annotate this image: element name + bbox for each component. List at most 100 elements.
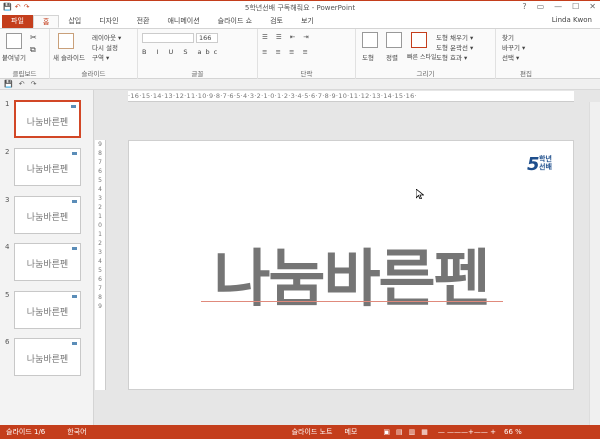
notes-button[interactable]: 슬라이드 노트: [292, 427, 333, 437]
zoom-level[interactable]: 66 %: [504, 428, 522, 436]
brand-logo: 5 학년 선배: [527, 154, 557, 176]
drawing-label: 그리기: [416, 70, 435, 78]
maximize-button[interactable]: ☐: [572, 2, 579, 11]
zoom-slider[interactable]: — ———+—— +: [438, 428, 496, 436]
thumb-number: 2: [5, 148, 10, 156]
ruler-tick: 8: [98, 294, 102, 301]
group-clipboard: 붙여넣기 ✂ ⧉ 클립보드: [0, 29, 50, 79]
view-buttons[interactable]: ▣▤▥▦: [383, 428, 433, 436]
shapes-icon[interactable]: [362, 32, 378, 48]
shapes-button[interactable]: 도형: [362, 52, 374, 62]
logo-icon: [71, 105, 76, 108]
align-buttons[interactable]: ≡ ≡ ≡ ≡: [262, 48, 311, 56]
tab-design[interactable]: 디자인: [90, 15, 127, 28]
slide-main-text[interactable]: 나눔바른펜: [129, 228, 573, 318]
ruler-tick: 2: [98, 204, 102, 211]
slide-thumbnail-3[interactable]: 나눔바른펜: [14, 196, 81, 234]
section-button[interactable]: 구역 ▾: [92, 52, 109, 62]
ruler-tick: 7: [98, 285, 102, 292]
ruler-tick: 5: [98, 267, 102, 274]
shape-effects-button[interactable]: 도형 효과 ▾: [436, 52, 467, 62]
horizontal-ruler: ·16·15·14·13·12·11·10·9·8·7·6·5·4·3·2·1·…: [128, 91, 574, 102]
group-slides: 새 슬라이드 레이아웃 ▾ 다시 설정 구역 ▾ 슬라이드: [50, 29, 138, 79]
tab-animations[interactable]: 애니메이션: [158, 15, 208, 28]
font-size-input[interactable]: 166: [196, 33, 218, 43]
new-slide-button[interactable]: 새 슬라이드: [53, 52, 85, 62]
shape-fill-button[interactable]: 도형 채우기 ▾: [436, 32, 473, 42]
language-indicator[interactable]: 한국어: [67, 427, 86, 437]
group-paragraph: ☰ ☰ ⇤ ⇥ ≡ ≡ ≡ ≡ 단락: [258, 29, 356, 79]
thumb-text: 나눔바른펜: [26, 308, 69, 318]
status-bar: 슬라이드 1/6 한국어 슬라이드 노트 메모 ▣▤▥▦ — ———+—— + …: [0, 425, 600, 439]
font-name-input[interactable]: [142, 33, 194, 43]
select-button[interactable]: 선택 ▾: [502, 52, 519, 62]
thumb-number: 4: [5, 243, 10, 251]
thumb-text: 나눔바른펜: [26, 118, 69, 128]
logo-icon: [72, 295, 77, 298]
tab-insert[interactable]: 삽입: [59, 15, 90, 28]
comments-button[interactable]: 메모: [344, 427, 357, 437]
shape-outline-button[interactable]: 도형 윤곽선 ▾: [436, 42, 473, 52]
paste-icon[interactable]: [6, 33, 22, 49]
slides-label: 슬라이드: [81, 70, 106, 78]
ruler-tick: 6: [98, 168, 102, 175]
tab-review[interactable]: 검토: [261, 15, 292, 28]
ribbon-tabs: 파일 홈 삽입 디자인 전환 애니메이션 슬라이드 쇼 검토 보기: [0, 14, 600, 28]
ribbon: 붙여넣기 ✂ ⧉ 클립보드 새 슬라이드 레이아웃 ▾ 다시 설정 구역 ▾ 슬…: [0, 28, 600, 79]
close-button[interactable]: ✕: [589, 2, 596, 11]
save-icon[interactable]: 💾: [4, 80, 13, 88]
layout-button[interactable]: 레이아웃 ▾: [92, 32, 121, 42]
tab-home[interactable]: 홈: [32, 15, 60, 28]
ruler-tick: 3: [98, 195, 102, 202]
ruler-tick: 4: [98, 186, 102, 193]
slide-thumbnail-pane: 1 나눔바른펜 2 나눔바른펜 3 나눔바른펜 4 나눔바른펜 5 나눔바른펜 …: [0, 90, 94, 425]
paste-button[interactable]: 붙여넣기: [2, 52, 26, 62]
undo-icon[interactable]: ↶: [19, 80, 25, 88]
logo-icon: [72, 200, 77, 203]
ruler-tick: 6: [98, 276, 102, 283]
secondary-toolbar: 💾 ↶ ↷: [0, 79, 600, 90]
slide-thumbnail-2[interactable]: 나눔바른펜: [14, 148, 81, 186]
cut-icon[interactable]: ✂: [30, 33, 37, 42]
thumb-text: 나눔바른펜: [26, 165, 69, 175]
slide-thumbnail-4[interactable]: 나눔바른펜: [14, 243, 81, 281]
find-button[interactable]: 찾기: [502, 32, 514, 42]
tab-slideshow[interactable]: 슬라이드 쇼: [209, 15, 261, 28]
slide-thumbnail-1[interactable]: 나눔바른펜: [14, 100, 81, 138]
logo-text-2: 선배: [539, 163, 552, 171]
thumb-text: 나눔바른펜: [26, 260, 69, 270]
redo-icon[interactable]: ↷: [31, 80, 37, 88]
font-format-buttons[interactable]: B I U S abc: [142, 48, 221, 56]
arrange-button[interactable]: 정렬: [386, 52, 398, 62]
ruler-tick: 0: [98, 222, 102, 229]
tab-file[interactable]: 파일: [2, 15, 33, 28]
ruler-tick: 5: [98, 177, 102, 184]
thumb-number: 3: [5, 196, 10, 204]
vertical-scrollbar[interactable]: [589, 102, 600, 425]
new-slide-icon[interactable]: [58, 33, 74, 49]
thumb-text: 나눔바른펜: [26, 355, 69, 365]
ribbon-display-button[interactable]: ▭: [537, 2, 545, 11]
quick-styles-button[interactable]: 빠른 스타일: [407, 52, 437, 61]
minimize-button[interactable]: —: [554, 2, 562, 11]
quick-styles-icon[interactable]: [411, 32, 427, 48]
thumb-number: 6: [5, 338, 10, 346]
replace-button[interactable]: 바꾸기 ▾: [502, 42, 525, 52]
user-name[interactable]: Linda Kwon: [552, 16, 592, 24]
slide-thumbnail-6[interactable]: 나눔바른펜: [14, 338, 81, 376]
font-label: 글꼴: [191, 70, 204, 78]
ruler-tick: 1: [98, 213, 102, 220]
tab-transitions[interactable]: 전환: [128, 15, 159, 28]
slide-thumbnail-5[interactable]: 나눔바른펜: [14, 291, 81, 329]
ruler-tick: 2: [98, 240, 102, 247]
list-buttons[interactable]: ☰ ☰ ⇤ ⇥: [262, 33, 312, 41]
tab-view[interactable]: 보기: [292, 15, 323, 28]
help-button[interactable]: ?: [522, 2, 526, 11]
arrange-icon[interactable]: [386, 32, 402, 48]
reset-button[interactable]: 다시 설정: [92, 42, 118, 52]
slide-canvas[interactable]: 5 학년 선배 나눔바른펜: [128, 140, 574, 390]
ruler-tick: 7: [98, 159, 102, 166]
copy-icon[interactable]: ⧉: [30, 45, 36, 55]
group-font: 166 B I U S abc 글꼴: [138, 29, 258, 79]
thumb-number: 5: [5, 291, 10, 299]
